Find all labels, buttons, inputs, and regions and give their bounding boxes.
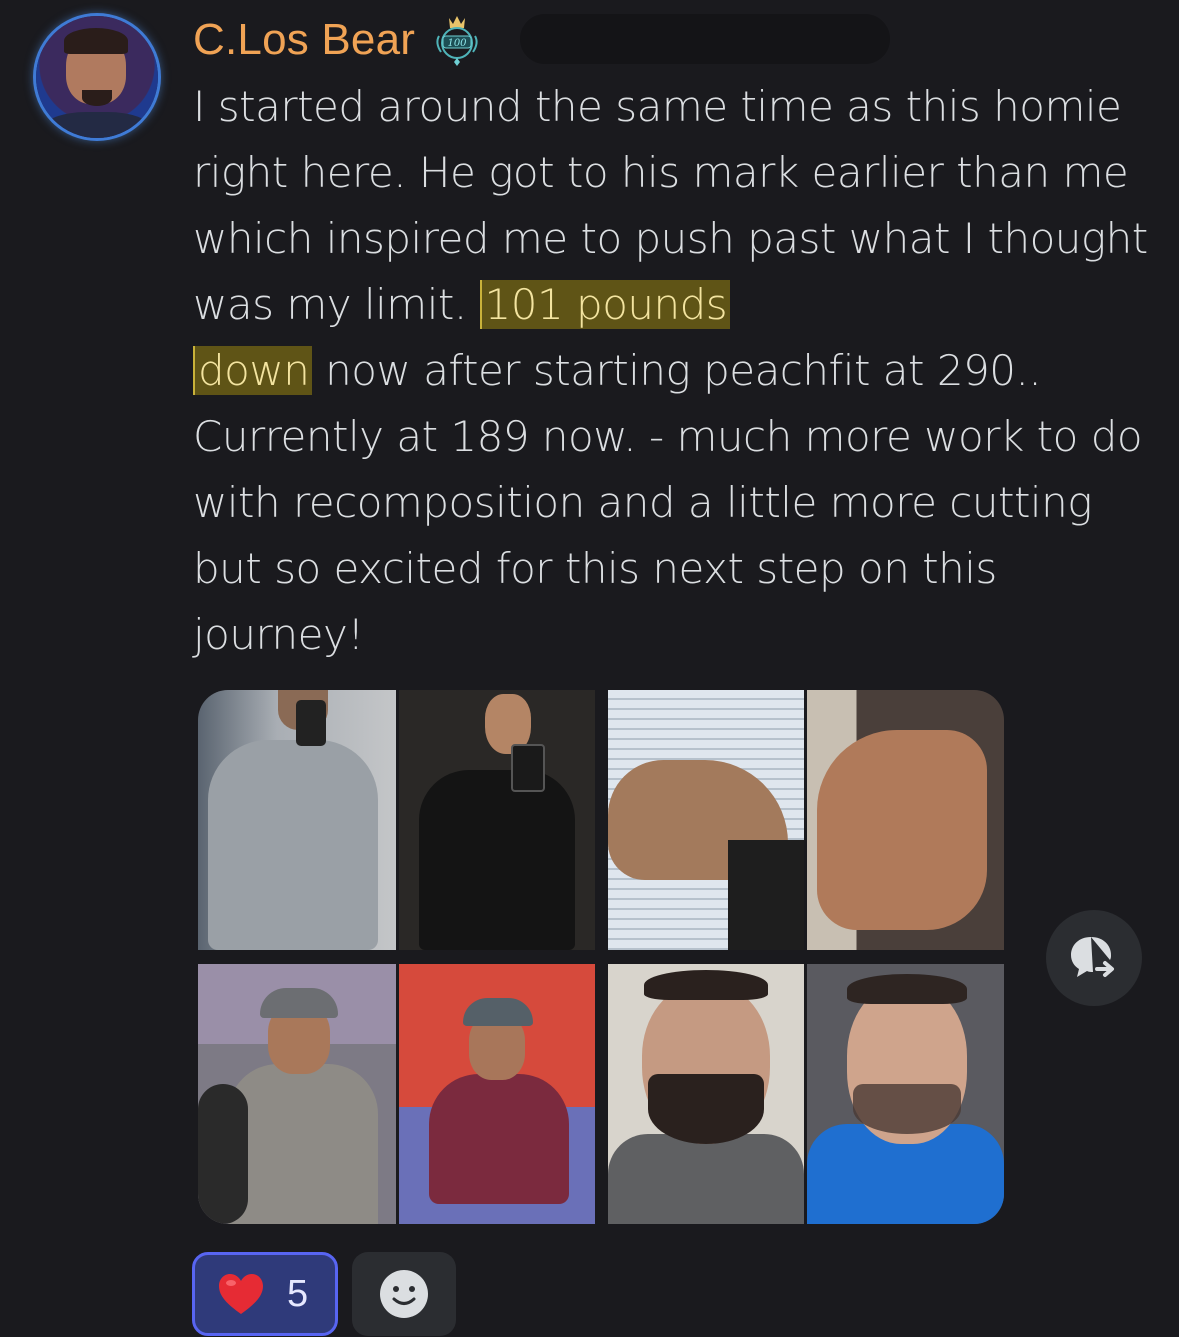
image-gallery: [198, 690, 1004, 1224]
author-row: C.Los Bear 100: [193, 12, 485, 68]
message-text-end: now after starting peachfit at 290.. Cur…: [193, 346, 1143, 659]
badge-label: 100: [448, 38, 468, 49]
add-reaction-button[interactable]: [352, 1252, 456, 1336]
after-gym-selfie-photo[interactable]: [399, 964, 595, 1224]
reaction-count: 5: [287, 1272, 309, 1315]
reactions-bar: 5: [192, 1252, 456, 1336]
before-face-photo[interactable]: [608, 964, 804, 1224]
add-reaction-smiley-icon: [380, 1270, 428, 1318]
after-front-mirror-photo[interactable]: [399, 690, 595, 950]
crown-100-badge-icon[interactable]: 100: [429, 12, 485, 68]
forward-message-button[interactable]: [1046, 910, 1142, 1006]
message-content: I started around the same time as this h…: [193, 74, 1163, 668]
redacted-timestamp: [520, 14, 890, 64]
forward-message-icon: [1071, 937, 1114, 977]
highlighted-text: 101 pounds: [479, 280, 731, 329]
author-name[interactable]: C.Los Bear: [193, 15, 415, 65]
highlighted-text-cont: down: [193, 346, 313, 395]
user-avatar[interactable]: [36, 16, 158, 138]
before-arm-flex-photo[interactable]: [608, 690, 804, 950]
heart-reaction-button[interactable]: 5: [192, 1252, 338, 1336]
chat-message: C.Los Bear 100 I started around the same…: [0, 0, 1179, 1337]
after-arm-flex-photo[interactable]: [807, 690, 1004, 950]
heart-emoji-icon: [219, 1274, 263, 1314]
before-gym-selfie-photo[interactable]: [198, 964, 396, 1224]
before-front-mirror-photo[interactable]: [198, 690, 396, 950]
after-face-photo[interactable]: [807, 964, 1004, 1224]
